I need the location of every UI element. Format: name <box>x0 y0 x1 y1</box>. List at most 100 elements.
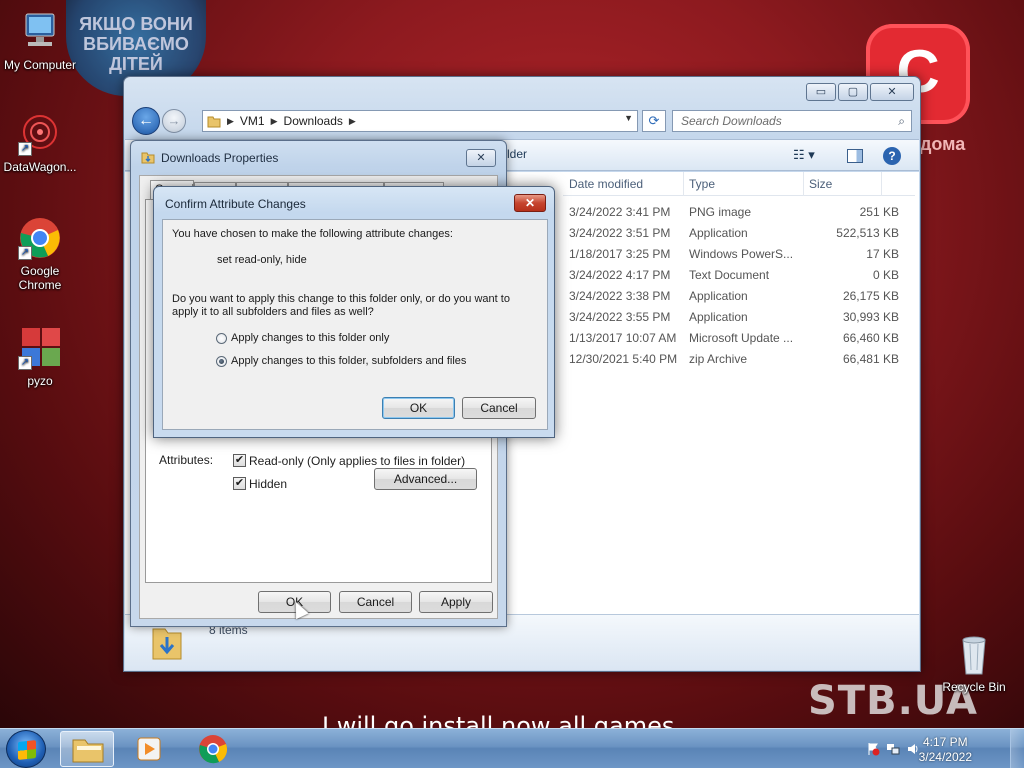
cell-date: 1/13/2017 10:07 AM <box>569 331 677 345</box>
folder-only-label[interactable]: Apply changes to this folder only <box>231 332 389 344</box>
back-button[interactable]: ← <box>132 107 160 135</box>
forward-button[interactable]: → <box>162 109 186 133</box>
recursive-label[interactable]: Apply changes to this folder, subfolders… <box>231 355 466 367</box>
table-row[interactable]: 3/24/2022 3:51 PM Application 522,513 KB <box>565 223 905 244</box>
refresh-button[interactable]: ⟳ <box>642 110 666 132</box>
chevron-right-icon: ▶ <box>348 115 356 126</box>
cell-date: 3/24/2022 3:51 PM <box>569 226 671 240</box>
desktop-icon-pyzo[interactable]: ↗ pyzo <box>0 326 80 388</box>
search-input[interactable]: Search Downloads ⌕ <box>672 110 912 132</box>
apply-button[interactable]: Apply <box>419 591 493 613</box>
refresh-icon: ⟳ <box>648 113 660 128</box>
column-size[interactable]: Size <box>809 177 832 191</box>
cell-size: 66,481 KB <box>842 352 899 366</box>
shortcut-arrow-icon: ↗ <box>18 356 32 370</box>
cell-size: 251 KB <box>859 205 899 219</box>
wallpaper-logo-text: дома <box>920 134 966 154</box>
taskbar-media-player[interactable] <box>122 731 176 767</box>
address-bar[interactable]: ▶ VM1 ▶ Downloads ▶ ▼ <box>202 110 638 132</box>
ok-button[interactable]: OK <box>382 397 455 419</box>
column-type[interactable]: Type <box>689 177 715 191</box>
readonly-checkbox[interactable]: ✔ <box>233 454 246 467</box>
taskbar-explorer[interactable] <box>60 731 114 767</box>
computer-icon <box>18 10 62 54</box>
cell-date: 3/24/2022 3:41 PM <box>569 205 671 219</box>
pyzo-icon: ↗ <box>18 326 62 370</box>
maximize-button[interactable]: ▢ <box>838 83 868 101</box>
system-tray: 4:17 PM 3/24/2022 <box>854 729 1024 768</box>
toolbar-new-folder[interactable]: lder <box>507 147 527 161</box>
windows-logo-icon <box>18 740 36 760</box>
cell-type: zip Archive <box>689 352 748 366</box>
taskbar: 4:17 PM 3/24/2022 <box>0 728 1024 768</box>
attributes-label: Attributes: <box>159 453 214 467</box>
intro-text: You have chosen to make the following at… <box>172 228 453 240</box>
close-button[interactable]: ✕ <box>870 83 914 101</box>
shortcut-arrow-icon: ↗ <box>18 142 32 156</box>
file-explorer-icon <box>72 739 104 763</box>
table-row[interactable]: 3/24/2022 3:55 PM Application 30,993 KB <box>565 307 905 328</box>
desktop-icon-recycle-bin[interactable]: Recycle Bin <box>934 632 1014 694</box>
cell-date: 3/24/2022 3:55 PM <box>569 310 671 324</box>
forward-arrow-icon: → <box>167 113 181 128</box>
action-center-flag-icon[interactable] <box>866 742 880 756</box>
table-row[interactable]: 3/24/2022 3:41 PM PNG image 251 KB <box>565 202 905 223</box>
advanced-button[interactable]: Advanced... <box>374 468 477 490</box>
clock-date: 3/24/2022 <box>918 750 972 764</box>
taskbar-chrome[interactable] <box>186 731 240 767</box>
dialog-title: Confirm Attribute Changes <box>165 197 306 211</box>
desktop-icon-my-computer[interactable]: My Computer <box>0 10 80 72</box>
confirm-body: You have chosen to make the following at… <box>162 219 548 430</box>
breadcrumb-downloads[interactable]: Downloads <box>284 114 343 128</box>
cell-type: Text Document <box>689 268 770 282</box>
close-button[interactable]: ✕ <box>466 149 496 167</box>
cell-date: 12/30/2021 5:40 PM <box>569 352 678 366</box>
desktop-icon-google-chrome[interactable]: ↗ Google Chrome <box>0 216 80 292</box>
minimize-button[interactable]: ▭ <box>806 83 836 101</box>
dialog-title: Downloads Properties <box>161 151 279 165</box>
hidden-checkbox[interactable]: ✔ <box>233 477 246 490</box>
datawagon-icon: ↗ <box>18 112 62 156</box>
preview-pane-icon[interactable] <box>847 149 863 163</box>
desktop-icon-datawagon[interactable]: ↗ DataWagon... <box>0 112 80 174</box>
chevron-right-icon: ▶ <box>270 115 278 126</box>
chevron-right-icon: ▶ <box>227 115 234 126</box>
cancel-button[interactable]: Cancel <box>462 397 536 419</box>
desktop-icon-label: pyzo <box>27 374 53 388</box>
table-row[interactable]: 1/18/2017 3:25 PM Windows PowerS... 17 KB <box>565 244 905 265</box>
search-icon[interactable]: ⌕ <box>898 111 905 131</box>
cell-type: Application <box>689 289 748 303</box>
chrome-icon: ↗ <box>18 216 62 260</box>
help-icon[interactable]: ? <box>883 147 901 165</box>
cell-size: 30,993 KB <box>842 310 899 324</box>
table-row[interactable]: 1/13/2017 10:07 AM Microsoft Update ... 66… <box>565 328 905 349</box>
address-dropdown-icon[interactable]: ▼ <box>624 113 633 123</box>
hidden-label: Hidden <box>249 477 288 491</box>
network-icon[interactable] <box>886 742 900 756</box>
cell-date: 3/24/2022 3:38 PM <box>569 289 671 303</box>
close-button[interactable]: ✕ <box>514 194 546 212</box>
views-icon[interactable]: ☷ ▾ <box>793 147 815 163</box>
desktop-icon-label: My Computer <box>3 58 77 72</box>
table-row[interactable]: 3/24/2022 4:17 PM Text Document 0 KB <box>565 265 905 286</box>
window-controls: ▭ ▢ ✕ <box>806 83 914 101</box>
clock[interactable]: 4:17 PM 3/24/2022 <box>919 735 972 765</box>
cell-size: 17 KB <box>866 247 899 261</box>
start-button[interactable] <box>6 730 46 768</box>
show-desktop-button[interactable] <box>1010 729 1024 768</box>
clock-time: 4:17 PM <box>922 735 968 749</box>
table-row[interactable]: 12/30/2021 5:40 PM zip Archive 66,481 KB <box>565 349 905 370</box>
column-date-modified[interactable]: Date modified <box>569 177 643 191</box>
cancel-button[interactable]: Cancel <box>339 591 412 613</box>
table-row[interactable]: 3/24/2022 3:38 PM Application 26,175 KB <box>565 286 905 307</box>
back-arrow-icon: ← <box>138 112 154 129</box>
folder-only-radio[interactable] <box>216 333 227 344</box>
desktop-icon-label: Google Chrome <box>18 264 62 292</box>
breadcrumb-vm1[interactable]: VM1 <box>240 114 265 128</box>
confirm-attribute-dialog: Confirm Attribute Changes ✕ You have cho… <box>153 186 555 438</box>
cell-type: Windows PowerS... <box>689 247 794 261</box>
changes-text: set read-only, hide <box>217 254 307 266</box>
shortcut-arrow-icon: ↗ <box>18 246 32 260</box>
recursive-radio[interactable] <box>216 356 227 367</box>
cell-size: 0 KB <box>872 268 899 282</box>
